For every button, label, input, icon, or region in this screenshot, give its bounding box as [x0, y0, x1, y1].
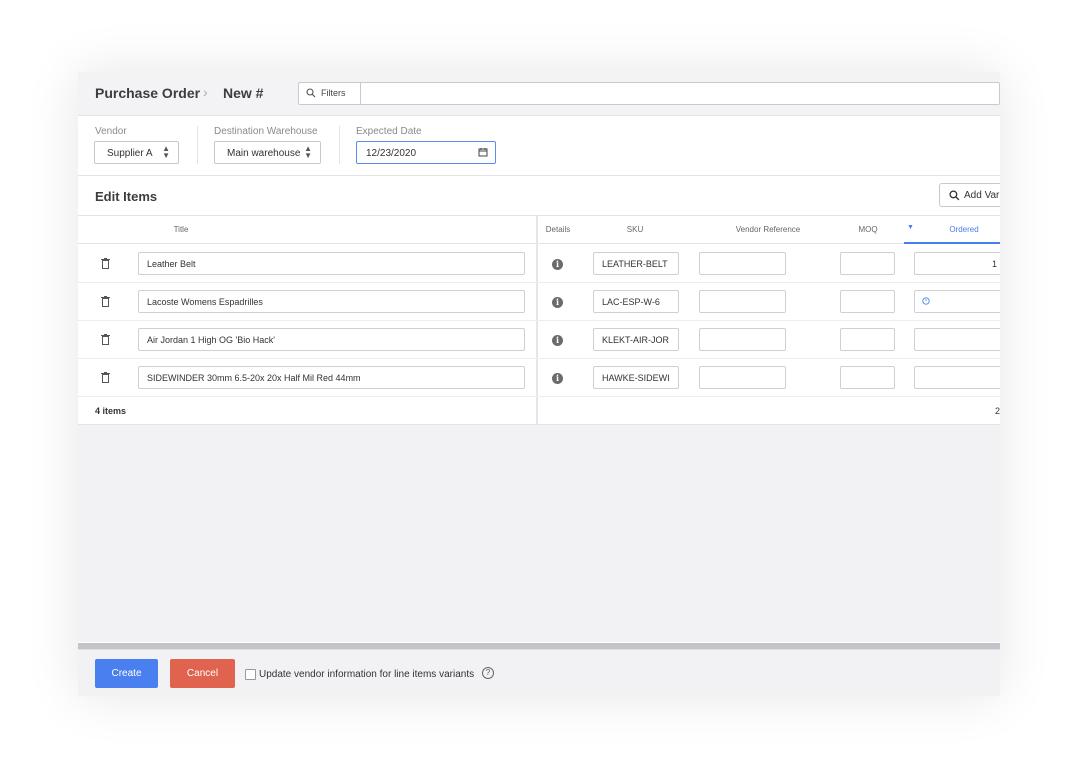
search-icon — [949, 190, 960, 201]
action-bar: Create Cancel Update vendor information … — [78, 649, 1000, 696]
vendor-label: Vendor — [95, 126, 127, 137]
moq-input[interactable] — [840, 290, 895, 313]
info-icon[interactable]: i — [552, 335, 563, 346]
table-row: Leather Belt i LEATHER-BELT 1 — [78, 245, 1000, 283]
order-form: Vendor Supplier A ▲ ▼ Destination Warehou… — [78, 116, 1000, 176]
trash-icon[interactable] — [101, 372, 110, 383]
title-input[interactable]: Leather Belt — [138, 252, 525, 275]
top-bar: Purchase Order › New # Filters — [78, 72, 1000, 116]
title-value: Lacoste Womens Espadrilles — [147, 297, 263, 307]
ordered-input[interactable] — [914, 328, 1000, 351]
divider — [339, 126, 340, 164]
ordered-total: 2 — [994, 406, 1000, 416]
search-icon — [306, 88, 316, 98]
table-row: Lacoste Womens Espadrilles i LAC-ESP-W-6 — [78, 283, 1000, 321]
edit-items-header: Edit Items Add Var — [78, 176, 1000, 216]
sku-value: LAC-ESP-W-6 — [602, 297, 660, 307]
sku-input[interactable]: KLEKT-AIR-JOR — [593, 328, 679, 351]
ordered-input[interactable] — [914, 290, 1000, 313]
column-header-title[interactable]: Title — [166, 225, 196, 234]
breadcrumb-current: New # — [223, 85, 264, 101]
ordered-input[interactable]: 1 — [914, 252, 1000, 275]
breadcrumb-chevron-icon: › — [203, 84, 208, 100]
create-button[interactable]: Create — [95, 659, 158, 688]
breadcrumb-root[interactable]: Purchase Order — [95, 85, 200, 101]
trash-icon[interactable] — [101, 296, 110, 307]
update-vendor-checkbox[interactable] — [245, 669, 256, 680]
ordered-input[interactable] — [914, 366, 1000, 389]
title-value: Leather Belt — [147, 259, 196, 269]
add-variant-button[interactable]: Add Var — [939, 183, 1000, 207]
ordered-value: 1 — [991, 259, 997, 269]
vendor-reference-input[interactable] — [699, 366, 786, 389]
info-icon[interactable]: i — [552, 373, 563, 384]
sku-input[interactable]: HAWKE-SIDEWI — [593, 366, 679, 389]
info-icon[interactable]: i — [552, 259, 563, 270]
grid-header: Title Details SKU Vendor Reference MOQ ▼… — [78, 216, 1000, 244]
column-header-details[interactable]: Details — [540, 225, 576, 234]
table-row: SIDEWINDER 30mm 6.5-20x 20x Half Mil Red… — [78, 359, 1000, 397]
info-icon[interactable]: i — [552, 297, 563, 308]
expected-date-input[interactable]: 12/23/2020 — [356, 141, 496, 164]
sku-input[interactable]: LEATHER-BELT — [593, 252, 679, 275]
trash-icon[interactable] — [101, 334, 110, 345]
edit-items-title: Edit Items — [95, 189, 158, 204]
filters-button[interactable]: Filters — [299, 83, 361, 104]
moq-input[interactable] — [840, 366, 895, 389]
vendor-select[interactable]: Supplier A ▲ ▼ — [94, 141, 179, 164]
update-vendor-label[interactable]: Update vendor information for line items… — [259, 669, 474, 680]
purchase-order-window: Purchase Order › New # Filters Vendor Su… — [78, 72, 1000, 696]
active-column-underline — [904, 242, 1000, 244]
help-icon[interactable]: ? — [482, 667, 494, 679]
add-variant-label: Add Var — [964, 190, 1000, 201]
filters-label: Filters — [321, 88, 346, 98]
moq-input[interactable] — [840, 252, 895, 275]
filters-search-bar[interactable]: Filters — [298, 82, 1000, 105]
calendar-icon[interactable] — [478, 147, 488, 157]
warehouse-value: Main warehouse — [227, 148, 301, 159]
title-input[interactable]: Air Jordan 1 High OG 'Bio Hack' — [138, 328, 525, 351]
sort-down-icon[interactable]: ▼ — [907, 224, 914, 231]
select-arrows-icon: ▲ ▼ — [162, 144, 170, 160]
clock-icon — [922, 297, 930, 305]
column-header-moq[interactable]: MOQ — [848, 225, 888, 234]
warehouse-select[interactable]: Main warehouse ▲ ▼ — [214, 141, 321, 164]
select-arrows-icon: ▲ ▼ — [304, 144, 312, 160]
title-input[interactable]: Lacoste Womens Espadrilles — [138, 290, 525, 313]
expected-date-label: Expected Date — [356, 126, 422, 137]
title-value: Air Jordan 1 High OG 'Bio Hack' — [147, 335, 275, 345]
title-value: SIDEWINDER 30mm 6.5-20x 20x Half Mil Red… — [147, 373, 361, 383]
grid-footer: 4 items 2 — [78, 397, 1000, 425]
sku-input[interactable]: LAC-ESP-W-6 — [593, 290, 679, 313]
column-header-ordered[interactable]: Ordered — [934, 225, 994, 234]
moq-input[interactable] — [840, 328, 895, 351]
sku-value: LEATHER-BELT — [602, 259, 668, 269]
vendor-reference-input[interactable] — [699, 290, 786, 313]
expected-date-value: 12/23/2020 — [366, 148, 417, 159]
warehouse-label: Destination Warehouse — [214, 126, 318, 137]
empty-grid-area — [78, 425, 1000, 642]
sku-value: KLEKT-AIR-JOR — [602, 335, 670, 345]
table-row: Air Jordan 1 High OG 'Bio Hack' i KLEKT-… — [78, 321, 1000, 359]
divider — [197, 126, 198, 164]
column-header-sku[interactable]: SKU — [618, 225, 652, 234]
sku-value: HAWKE-SIDEWI — [602, 373, 670, 383]
vendor-reference-input[interactable] — [699, 252, 786, 275]
trash-icon[interactable] — [101, 258, 110, 269]
column-header-vendor-reference[interactable]: Vendor Reference — [718, 225, 818, 234]
vendor-value: Supplier A — [107, 148, 153, 159]
title-input[interactable]: SIDEWINDER 30mm 6.5-20x 20x Half Mil Red… — [138, 366, 525, 389]
item-count: 4 items — [95, 406, 127, 416]
cancel-button[interactable]: Cancel — [170, 659, 235, 688]
vendor-reference-input[interactable] — [699, 328, 786, 351]
